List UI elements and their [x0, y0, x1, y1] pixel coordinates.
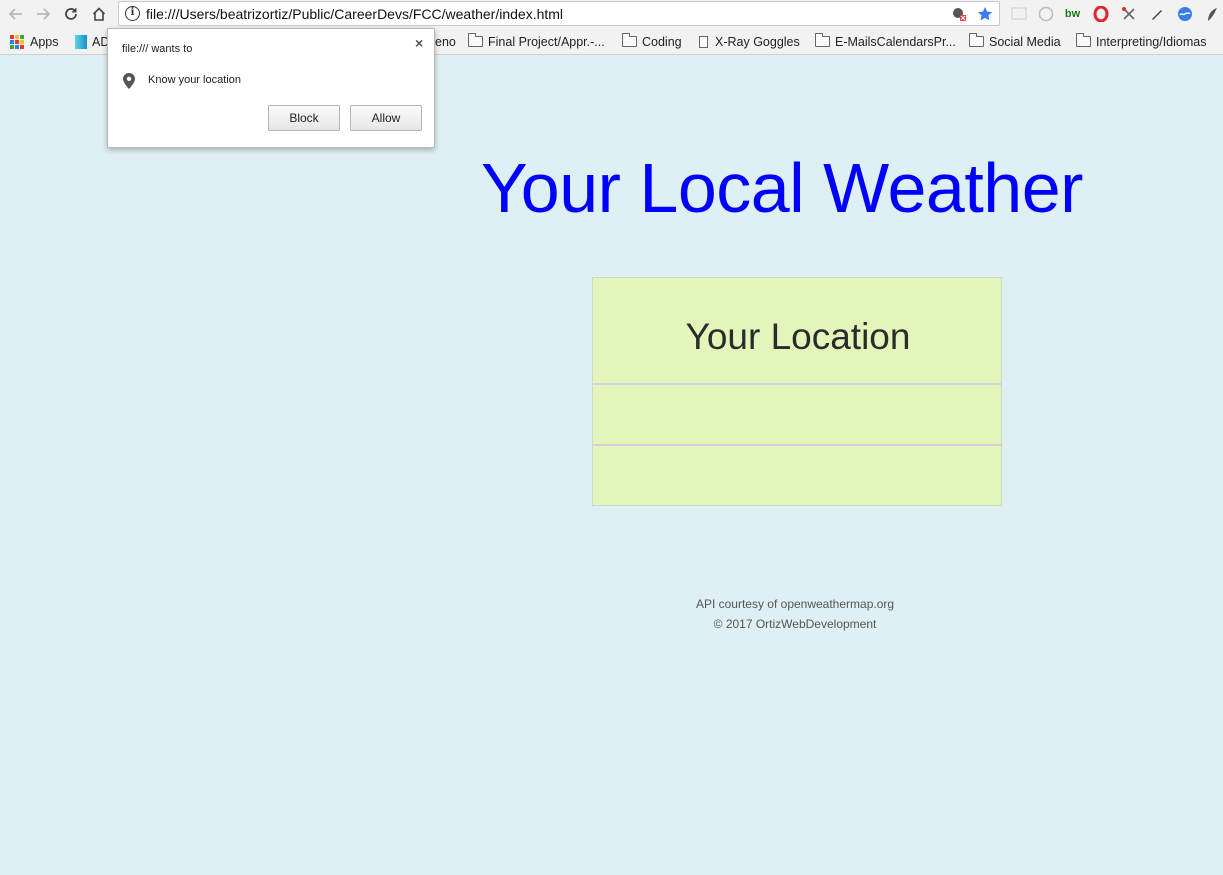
folder-icon — [815, 33, 830, 47]
close-icon[interactable]: × — [415, 35, 423, 51]
extension-blank-icon[interactable] — [1010, 5, 1027, 22]
bookmark-emails-calendars[interactable]: E-MailsCalendarsPr... — [815, 33, 956, 50]
apps-grid-icon — [10, 34, 24, 49]
home-button[interactable] — [88, 3, 110, 25]
bookmark-final-project[interactable]: Final Project/Appr.-... — [468, 33, 605, 50]
home-icon — [92, 7, 106, 21]
forward-button[interactable] — [32, 3, 54, 25]
page-title: Your Local Weather — [481, 149, 1083, 227]
bookmark-label: Final Project/Appr.-... — [488, 34, 605, 49]
page-icon — [699, 35, 708, 48]
back-button[interactable] — [5, 3, 27, 25]
bookmark-label: Social Media — [989, 34, 1061, 49]
permission-message: Know your location — [148, 74, 241, 86]
reload-icon — [65, 8, 77, 20]
bookmark-apps[interactable]: Apps — [10, 33, 59, 50]
forward-arrow-icon — [37, 8, 51, 20]
footer-copyright: © 2017 OrtizWebDevelopment — [713, 617, 877, 631]
extension-bw-icon[interactable]: bw — [1064, 5, 1081, 22]
browser-toolbar: i file:///Users/beatrizortiz/Public/Care… — [0, 0, 1223, 28]
site-info-icon[interactable]: i — [125, 6, 140, 21]
bookmark-coding[interactable]: Coding — [622, 33, 682, 50]
extension-wave-icon[interactable] — [1176, 5, 1193, 22]
location-blocked-icon[interactable] — [951, 6, 967, 22]
location-pin-icon — [123, 73, 135, 89]
extension-pen-icon[interactable] — [1148, 5, 1165, 22]
folder-icon — [468, 33, 483, 47]
url-text[interactable]: file:///Users/beatrizortiz/Public/Career… — [146, 6, 563, 22]
bookmark-label: Interpreting/Idiomas — [1096, 34, 1207, 49]
footer-api-credit: API courtesy of openweathermap.org — [695, 597, 895, 611]
weather-row-empty — [592, 385, 1002, 446]
popup-title: file:/// wants to — [122, 43, 193, 55]
bookmark-social-media[interactable]: Social Media — [969, 33, 1061, 50]
reload-button[interactable] — [60, 3, 82, 25]
bookmark-label: Apps — [30, 34, 59, 49]
allow-button[interactable]: Allow — [350, 105, 422, 131]
location-permission-popup: file:/// wants to × Know your location B… — [107, 28, 435, 148]
bookmark-interpreting[interactable]: Interpreting/Idiomas — [1076, 33, 1206, 50]
bookmark-star-icon[interactable] — [977, 6, 993, 22]
extension-opera-icon[interactable] — [1092, 5, 1109, 22]
extension-circle-icon[interactable] — [1037, 5, 1054, 22]
bookmark-label: Coding — [642, 34, 682, 49]
bookmark-xray-goggles[interactable]: X-Ray Goggles — [699, 33, 800, 50]
footer: API courtesy of openweathermap.org © 201… — [592, 594, 998, 634]
weather-box: Your Location — [592, 277, 1002, 506]
block-button[interactable]: Block — [268, 105, 340, 131]
extension-feather-icon[interactable] — [1202, 5, 1219, 22]
bookmark-label: X-Ray Goggles — [715, 34, 800, 49]
folder-icon — [969, 33, 984, 47]
location-heading: Your Location — [685, 316, 911, 357]
folder-icon — [1076, 33, 1091, 47]
address-bar[interactable]: i file:///Users/beatrizortiz/Public/Care… — [118, 1, 1000, 26]
colorbar-favicon-icon — [75, 34, 87, 49]
bookmark-ad[interactable]: AD — [75, 33, 109, 50]
bookmark-label: eno — [435, 34, 456, 49]
location-row: Your Location — [592, 277, 1002, 385]
back-arrow-icon — [8, 8, 22, 20]
bookmark-label: E-MailsCalendarsPr... — [835, 34, 956, 49]
extension-scissors-icon[interactable] — [1120, 5, 1137, 22]
bookmark-eno[interactable]: eno — [435, 33, 456, 50]
folder-icon — [622, 33, 637, 47]
weather-row-empty — [592, 446, 1002, 506]
